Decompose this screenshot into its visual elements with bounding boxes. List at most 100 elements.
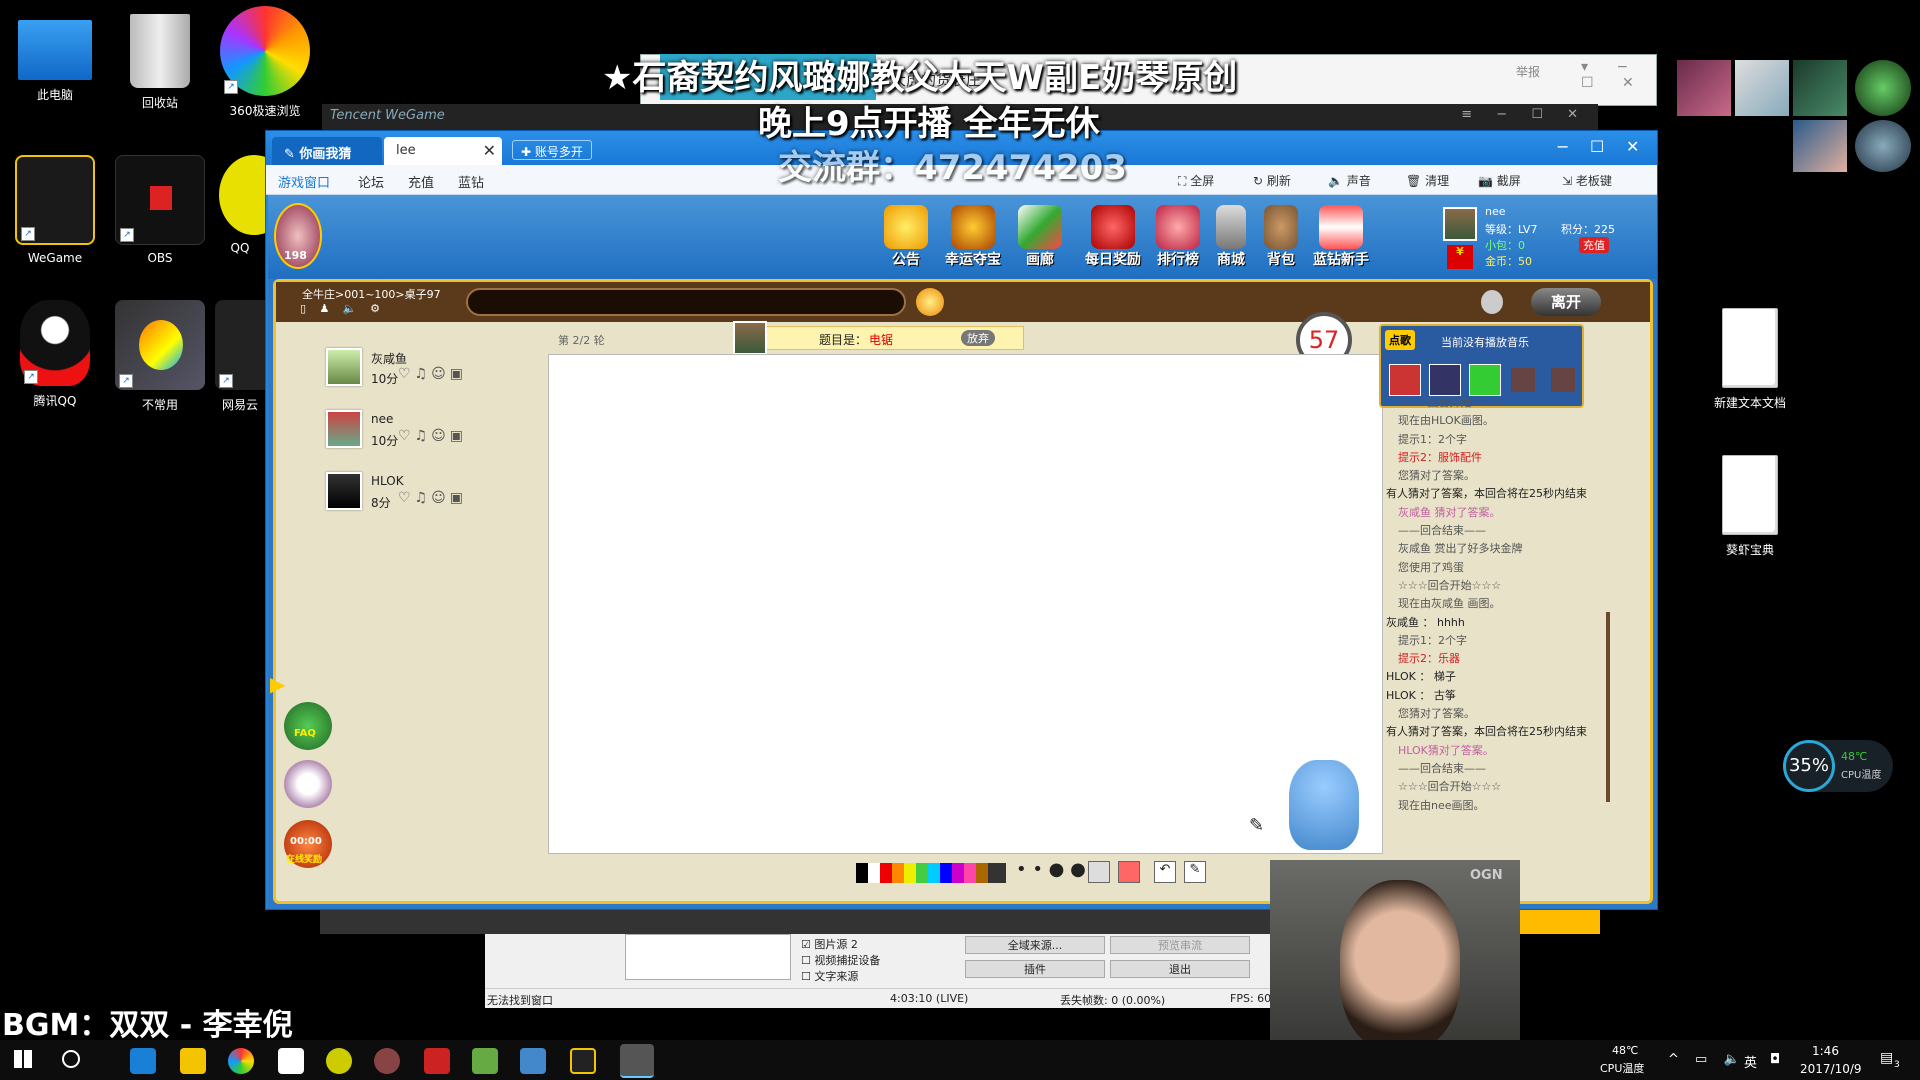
send-icon[interactable] [916,288,944,316]
leaderboard-button[interactable]: 排行榜 [1150,205,1206,269]
request-song-button[interactable]: 点歌 [1385,330,1415,350]
desktop-icon-360[interactable]: ↗ 360极速浏览 [215,6,315,119]
desktop-icon-qq[interactable]: QQ [215,155,265,255]
obs-global-sources-button[interactable]: 全域来源... [965,936,1105,954]
announcement-button[interactable]: 公告 [878,205,934,269]
sound-button[interactable]: 🔈 声音 [1328,172,1371,189]
obs-preview-stream-button[interactable]: 预览串流 [1110,936,1250,954]
clock-date[interactable]: 2017/10/9 [1800,1062,1862,1076]
player-item[interactable]: HLOK 8分 ♡♫☺▣ [316,466,496,528]
cpu-temp: 48℃ [1841,750,1868,763]
input-language[interactable]: 英 [1744,1052,1757,1071]
obs-source-label: 图片源 2 [814,938,858,951]
start-icon[interactable] [14,1050,32,1068]
league-icon[interactable] [374,1048,400,1074]
search-icon[interactable] [62,1050,80,1068]
daily-reward-button[interactable]: 每日奖励 [1078,205,1148,269]
player-action-icons[interactable]: ♡♫☺▣ [398,366,467,382]
desktop-icon-new-text-doc[interactable]: 新建文本文档 [1700,308,1800,411]
level-badge: 198 [284,249,307,262]
gift-icon [1091,205,1135,249]
player-item[interactable]: nee 10分 ♡♫☺▣ [316,404,496,466]
obs-plugins-button[interactable]: 插件 [965,960,1105,978]
system-tray-icons[interactable]: ^ ▭ 🔈 [1668,1052,1746,1067]
expand-arrow-icon[interactable]: ▶ [270,672,285,696]
tool-icon[interactable] [472,1048,498,1074]
eraser-icon[interactable] [1088,861,1110,883]
pencil-tool-icon[interactable]: ✎ [1184,861,1206,883]
obs-source-list[interactable]: ☑ 图片源 2 ☐ 视频捕捉设备 ☐ 文字来源 [801,936,951,984]
online-reward-button[interactable]: 00:00 在线奖励 [284,820,332,868]
leave-button[interactable]: 离开 [1531,288,1601,316]
window-controls[interactable]: ▾ − ☐ ✕ [1581,59,1656,91]
action-center-icon[interactable]: ▤ [1880,1050,1893,1066]
desktop-icon-folder[interactable]: ↗ 不常用 [110,300,210,413]
report-link[interactable]: 举报 [1516,63,1540,80]
close-icon[interactable]: ✕ [483,141,496,160]
edge-icon[interactable] [130,1048,156,1074]
wegame-window-controls[interactable]: ≡ − ☐ ✕ [1461,107,1588,122]
lock-icon[interactable] [1481,290,1503,314]
desktop-icon-wegame[interactable]: ↗ WeGame [5,155,105,265]
brush-size-icons[interactable]: • • ● ● [1016,859,1086,880]
shop-button[interactable]: 商城 [1208,205,1254,269]
menu-game-window[interactable]: 游戏窗口 [278,172,330,191]
qq-browser-icon[interactable] [326,1048,352,1074]
blue-diamond-newbie-button[interactable]: 蓝钻新手 [1306,205,1376,269]
color-palette[interactable] [856,863,1006,883]
desktop-icon-computer[interactable]: 此电脑 [5,14,105,103]
draw-guess-taskbar-icon[interactable] [620,1044,654,1078]
maximize-icon[interactable]: ☐ [1590,137,1604,156]
game-icon[interactable] [520,1048,546,1074]
obs-exit-button[interactable]: 退出 [1110,960,1250,978]
360-browser-icon[interactable] [228,1048,254,1074]
menu-forum[interactable]: 论坛 [358,172,384,191]
minimize-icon[interactable]: − [1556,137,1569,156]
file-explorer-icon[interactable] [180,1048,206,1074]
desktop-icon-netease[interactable]: ↗ 网易云 [215,300,265,413]
avatar[interactable] [1443,207,1477,241]
desktop-icon-doc-2[interactable]: 葵虾宝典 [1700,455,1800,558]
menu-recharge[interactable]: 充值 [408,172,434,191]
clock-time[interactable]: 1:46 [1812,1044,1839,1058]
obs-icon[interactable] [424,1048,450,1074]
faq-button[interactable]: FAQ [284,702,332,750]
backpack-button[interactable]: 背包 [1258,205,1304,269]
fullscreen-button[interactable]: ⛶ 全屏 [1178,172,1214,189]
player-action-icons[interactable]: ♡♫☺▣ [398,428,467,444]
notification-icon[interactable]: ◘ [1770,1052,1780,1067]
music-slot[interactable] [1429,364,1461,396]
clean-button[interactable]: 🗑 清理 [1406,172,1449,189]
recharge-button[interactable]: 充值 [1579,237,1609,253]
player-item[interactable]: 灰咸鱼 10分 ♡♫☺▣ [316,342,496,404]
store-icon[interactable] [278,1048,304,1074]
music-slot[interactable] [1469,364,1501,396]
gallery-button[interactable]: 画廊 [1012,205,1068,269]
obs-source-item[interactable]: ☐ 视频捕捉设备 [801,952,951,968]
chat-scrollbar[interactable] [1606,612,1610,802]
obs-source-item[interactable]: ☐ 文字来源 [801,968,951,984]
multi-account-button[interactable]: ✚ 账号多开 [512,140,592,160]
refresh-button[interactable]: ↻ 刷新 [1253,172,1291,189]
obs-source-item[interactable]: ☑ 图片源 2 [801,936,951,952]
close-window-icon[interactable]: ✕ [1626,137,1639,156]
screenshot-button[interactable]: 📷 截屏 [1478,172,1521,189]
lucky-treasure-button[interactable]: 幸运夺宝 [938,205,1008,269]
give-up-button[interactable]: 放弃 [961,330,995,346]
menu-blue-diamond[interactable]: 蓝钻 [458,172,484,191]
desktop-icon-obs[interactable]: ↗ OBS [110,155,210,265]
drawing-canvas[interactable]: ✎ [548,354,1383,854]
chat-input[interactable] [466,288,906,316]
desktop-icon-recycle-bin[interactable]: 回收站 [110,14,210,111]
clear-icon[interactable] [1118,861,1140,883]
player-action-icons[interactable]: ♡♫☺▣ [398,490,467,506]
boss-key-button[interactable]: ⇲ 老板键 [1562,172,1612,189]
desktop-icon-tencent-qq[interactable]: ↗ 腾讯QQ [5,300,105,409]
wegame-icon[interactable] [570,1048,596,1074]
ninja-button[interactable] [284,760,332,808]
music-slot[interactable] [1389,364,1421,396]
room-toolbar-icons[interactable]: ▯ ♟ 🔈 ⚙ [300,302,385,315]
tab-lee[interactable]: lee ✕ [384,137,502,165]
tab-draw-guess[interactable]: ✎ 你画我猜 [272,137,382,165]
undo-icon[interactable]: ↶ [1154,861,1176,883]
